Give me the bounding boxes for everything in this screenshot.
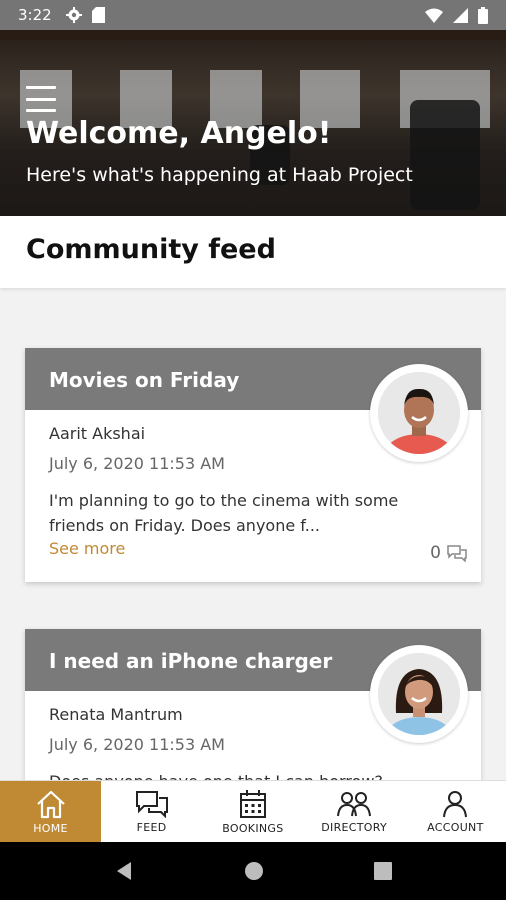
sd-card-icon bbox=[91, 7, 105, 23]
avatar-photo bbox=[378, 653, 460, 735]
comment-icon bbox=[447, 544, 467, 562]
post-date: July 6, 2020 11:53 AM bbox=[49, 454, 225, 473]
tab-label: FEED bbox=[136, 820, 167, 834]
home-circle-icon[interactable] bbox=[244, 861, 264, 881]
avatar-photo bbox=[378, 372, 460, 454]
hero-bg-chair bbox=[410, 100, 480, 210]
tab-bookings[interactable]: BOOKINGS bbox=[202, 781, 303, 842]
battery-icon bbox=[478, 6, 488, 24]
back-icon[interactable] bbox=[114, 861, 134, 881]
tab-label: BOOKINGS bbox=[222, 821, 284, 835]
avatar[interactable] bbox=[370, 364, 468, 462]
wifi-icon bbox=[425, 8, 443, 23]
tab-feed[interactable]: FEED bbox=[101, 781, 202, 842]
tab-label: ACCOUNT bbox=[427, 820, 484, 834]
system-nav-bar bbox=[0, 842, 506, 900]
tab-directory[interactable]: DIRECTORY bbox=[304, 781, 405, 842]
home-icon bbox=[36, 790, 65, 818]
people-icon bbox=[337, 791, 372, 816]
post-body: I'm planning to go to the cinema with so… bbox=[49, 491, 399, 535]
calendar-icon bbox=[239, 789, 266, 818]
post-date: July 6, 2020 11:53 AM bbox=[49, 735, 225, 754]
menu-button[interactable] bbox=[26, 86, 56, 112]
bottom-tab-bar: HOME FEED BOOKINGS DIRECTORY ACCOUNT bbox=[0, 780, 506, 842]
chat-icon bbox=[135, 790, 168, 818]
see-more-link[interactable]: See more bbox=[49, 539, 125, 558]
status-time: 3:22 bbox=[18, 6, 52, 24]
person-icon bbox=[443, 790, 468, 817]
page-title: Community feed bbox=[26, 234, 276, 265]
post-author: Aarit Akshai bbox=[49, 424, 146, 443]
recents-icon[interactable] bbox=[374, 862, 392, 880]
tab-home[interactable]: HOME bbox=[0, 781, 101, 842]
comment-count[interactable]: 0 bbox=[430, 543, 467, 563]
menu-icon-bar bbox=[26, 97, 56, 101]
avatar[interactable] bbox=[370, 645, 468, 743]
status-bar: 3:22 bbox=[0, 0, 506, 30]
tab-label: HOME bbox=[33, 821, 68, 835]
feed-post-card[interactable]: Movies on Friday Aarit Akshai July 6, 20… bbox=[25, 348, 481, 582]
tab-account[interactable]: ACCOUNT bbox=[405, 781, 506, 842]
settings-icon bbox=[65, 7, 82, 23]
comment-count-value: 0 bbox=[430, 543, 441, 563]
hero-bg-beam bbox=[0, 30, 506, 40]
welcome-title: Welcome, Angelo! bbox=[26, 116, 332, 151]
menu-icon-bar bbox=[26, 109, 56, 112]
signal-icon bbox=[453, 7, 468, 23]
welcome-subtitle: Here's what's happening at Haab Project bbox=[26, 164, 413, 186]
feed-header: Community feed bbox=[0, 216, 506, 288]
menu-icon-bar bbox=[26, 86, 56, 89]
tab-label: DIRECTORY bbox=[321, 820, 387, 834]
post-author: Renata Mantrum bbox=[49, 705, 183, 724]
